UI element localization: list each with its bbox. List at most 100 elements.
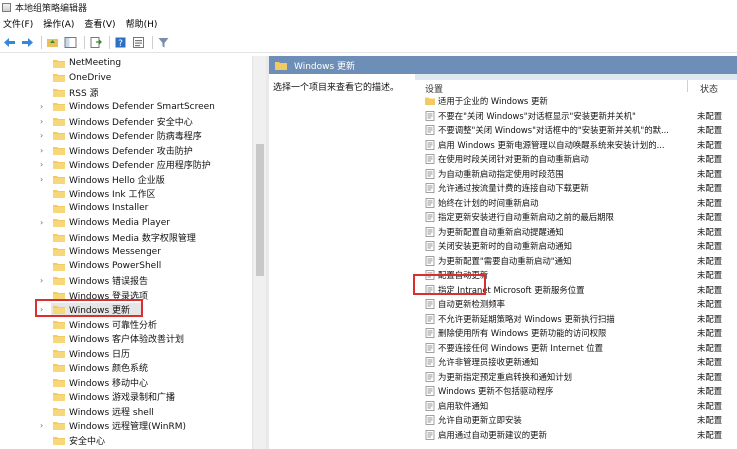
- tree-item[interactable]: › Windows Defender 攻击防护: [0, 143, 252, 157]
- tree-item[interactable]: › Windows Defender 防病毒程序: [0, 129, 252, 143]
- tree-item[interactable]: Windows 可靠性分析: [0, 317, 252, 331]
- help-icon[interactable]: ?: [113, 35, 128, 50]
- folder-icon: [53, 190, 65, 198]
- policy-name: 为更新指定预定重启转换和通知计划: [438, 371, 572, 382]
- policy-name: 允许非管理员接收更新通知: [438, 357, 539, 367]
- policy-row[interactable]: 指定更新安装进行自动重新启动之前的最后期限 未配置: [415, 210, 737, 225]
- policy-state: 未配置: [697, 328, 723, 338]
- back-icon[interactable]: [2, 35, 17, 50]
- policy-state: 未配置: [697, 371, 723, 382]
- policy-row[interactable]: 不要连接任何 Windows 更新 Internet 位置 未配置: [415, 341, 737, 356]
- tree-pane[interactable]: NetMeeting OneDrive RSS 源 › Windows Defender…: [0, 56, 252, 449]
- policy-setting-icon: [425, 110, 435, 121]
- policy-state: 未配置: [697, 357, 723, 367]
- tree-item[interactable]: Windows Installer: [0, 201, 252, 215]
- policy-row[interactable]: 适用于企业的 Windows 更新: [415, 94, 737, 109]
- tree-item[interactable]: Windows PowerShell: [0, 259, 252, 273]
- policy-row[interactable]: 不要调整"关闭 Windows"对话框中的"安装更新并关机"的默... 未配置: [415, 123, 737, 138]
- expand-chevron-icon[interactable]: ›: [40, 421, 48, 430]
- tree-item[interactable]: Windows 远程 shell: [0, 404, 252, 418]
- policy-setting-icon: [425, 429, 435, 440]
- tree-item-label: Windows Defender 防病毒程序: [69, 132, 202, 142]
- show-hide-tree-icon[interactable]: [63, 35, 78, 50]
- policy-row[interactable]: 删除使用所有 Windows 更新功能的访问权限 未配置: [415, 326, 737, 341]
- expand-chevron-icon[interactable]: ›: [40, 276, 48, 285]
- export-list-icon[interactable]: [88, 35, 103, 50]
- details-header: Windows 更新: [269, 56, 737, 74]
- policy-row[interactable]: 启用通过自动更新建议的更新 未配置: [415, 428, 737, 443]
- policy-row[interactable]: 启用 Windows 更新电源管理以自动唤醒系统来安装计划的... 未配置: [415, 138, 737, 153]
- tree-item[interactable]: Windows Media 数字权限管理: [0, 230, 252, 244]
- policy-row[interactable]: 关闭安装更新时的自动重新启动通知 未配置: [415, 239, 737, 254]
- tree-item[interactable]: RSS 源: [0, 85, 252, 99]
- description-pane: 选择一个项目来查看它的描述。: [269, 74, 415, 449]
- tree-item[interactable]: OneDrive: [0, 71, 252, 85]
- menu-file[interactable]: 文件(F): [0, 17, 40, 30]
- tree-item-label: Windows 日历: [69, 349, 131, 360]
- tree-item[interactable]: Windows 日历: [0, 346, 252, 360]
- policy-row[interactable]: 不允许更新延期策略对 Windows 更新执行扫描 未配置: [415, 312, 737, 327]
- tree-item[interactable]: 安全中心: [0, 433, 252, 447]
- menu-view[interactable]: 查看(V): [81, 17, 122, 30]
- policy-row[interactable]: 为更新配置"需要自动重新启动"通知 未配置: [415, 254, 737, 269]
- highlight-box-tree: [35, 299, 143, 317]
- folder-icon: [53, 117, 65, 126]
- tree-item[interactable]: › Windows Hello 企业版: [0, 172, 252, 186]
- policy-row[interactable]: 为自动重新启动指定使用时段范围 未配置: [415, 167, 737, 182]
- policy-row[interactable]: Windows 更新不包括驱动程序 未配置: [415, 384, 737, 399]
- expand-chevron-icon[interactable]: ›: [40, 175, 48, 184]
- policy-row[interactable]: 允许通过按流量计费的连接自动下载更新 未配置: [415, 181, 737, 196]
- policy-row[interactable]: 允许非管理员接收更新通知 未配置: [415, 355, 737, 370]
- expand-chevron-icon[interactable]: ›: [40, 131, 48, 140]
- tree-item[interactable]: Windows 游戏录制和广播: [0, 390, 252, 404]
- folder-icon: [53, 103, 65, 111]
- expand-chevron-icon[interactable]: ›: [40, 218, 48, 227]
- folder-icon: [53, 335, 65, 343]
- policy-row[interactable]: 始终在计划的时间重新启动 未配置: [415, 196, 737, 211]
- tree-item[interactable]: Windows 颜色系统: [0, 361, 252, 375]
- policy-state: 未配置: [697, 400, 723, 411]
- policy-row[interactable]: 在使用时段关闭针对更新的自动重新启动 未配置: [415, 152, 737, 167]
- up-folder-icon[interactable]: [45, 35, 60, 50]
- expand-chevron-icon[interactable]: ›: [40, 117, 48, 126]
- menu-help[interactable]: 帮助(H): [123, 17, 165, 30]
- tree-item[interactable]: › Windows Media Player: [0, 216, 252, 230]
- policy-name: 允许通过按流量计费的连接自动下载更新: [438, 183, 589, 193]
- policy-list[interactable]: 适用于企业的 Windows 更新 不要在"关闭 Windows"对话框显示"安装…: [415, 94, 737, 449]
- policy-row[interactable]: 允许自动更新立即安装 未配置: [415, 413, 737, 428]
- policy-state: 未配置: [697, 342, 723, 353]
- policy-setting-icon: [425, 415, 435, 425]
- tree-item[interactable]: › Windows Defender SmartScreen: [0, 100, 252, 114]
- policy-row[interactable]: 为更新指定预定重启转换和通知计划 未配置: [415, 370, 737, 385]
- tree-scrollbar-thumb[interactable]: [256, 144, 264, 276]
- tree-item-label: Windows 客户体验改善计划: [69, 335, 185, 345]
- menu-action[interactable]: 操作(A): [40, 17, 81, 30]
- expand-chevron-icon[interactable]: ›: [40, 160, 48, 169]
- policy-row[interactable]: 为更新配置自动重新启动提醒通知 未配置: [415, 225, 737, 240]
- folder-icon: [53, 422, 65, 430]
- filter-icon[interactable]: [156, 35, 171, 50]
- tree-item[interactable]: Windows 移动中心: [0, 375, 252, 389]
- tree-item[interactable]: › Windows Defender 应用程序防护: [0, 158, 252, 172]
- tree-item[interactable]: › Windows 错误报告: [0, 274, 252, 288]
- properties-icon[interactable]: [131, 35, 146, 50]
- tree-item[interactable]: Windows Messenger: [0, 245, 252, 259]
- tree-item-label: Windows Defender 应用程序防护: [69, 161, 211, 171]
- policy-setting-icon: [425, 357, 435, 367]
- policy-row[interactable]: 自动更新检测频率 未配置: [415, 297, 737, 312]
- tree-item-label: Windows Hello 企业版: [69, 175, 165, 186]
- policy-row[interactable]: 不要在"关闭 Windows"对话框显示"安装更新并关机" 未配置: [415, 109, 737, 124]
- forward-icon[interactable]: [20, 35, 35, 50]
- tree-item[interactable]: Windows Ink 工作区: [0, 187, 252, 201]
- expand-chevron-icon[interactable]: ›: [40, 102, 48, 111]
- tree-scrollbar[interactable]: [252, 56, 266, 449]
- expand-chevron-icon[interactable]: ›: [40, 146, 48, 155]
- column-separator[interactable]: [687, 80, 688, 92]
- tree-item[interactable]: Windows 客户体验改善计划: [0, 332, 252, 346]
- policy-setting-icon: [425, 342, 435, 353]
- tree-item[interactable]: › Windows Defender 安全中心: [0, 114, 252, 128]
- tree-item[interactable]: NetMeeting: [0, 56, 252, 70]
- tree-item[interactable]: › Windows 远程管理(WinRM): [0, 419, 252, 433]
- policy-row[interactable]: 启用软件通知 未配置: [415, 399, 737, 414]
- policy-setting-icon: [425, 371, 435, 382]
